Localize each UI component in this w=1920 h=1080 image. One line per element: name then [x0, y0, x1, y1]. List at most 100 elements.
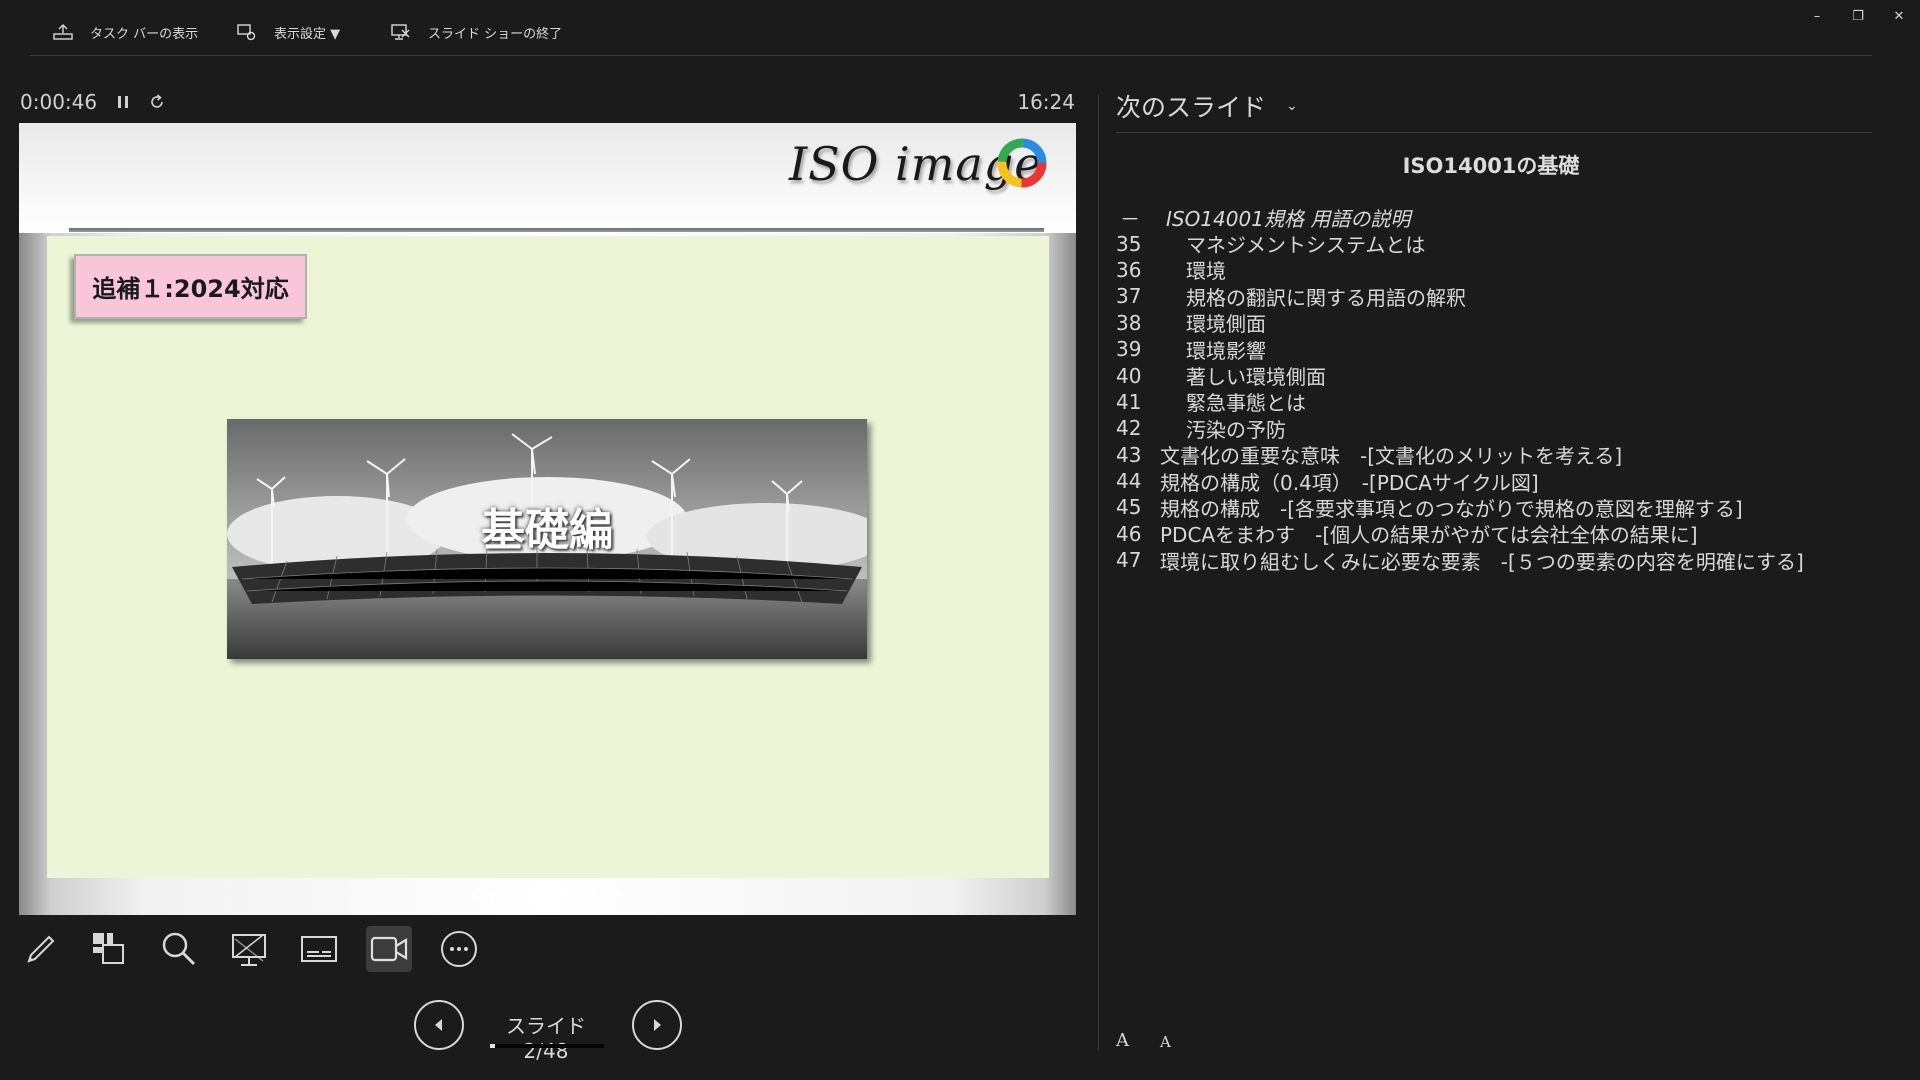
camera-toggle-button[interactable]: [366, 926, 412, 972]
pen-tool-button[interactable]: [18, 926, 64, 972]
zoom-icon: [162, 932, 196, 966]
notes-row-text: ISO14001規格 用語の説明: [1166, 206, 1411, 231]
notes-row: 36 環境: [1116, 257, 1876, 284]
notes-row-number: 37: [1116, 284, 1142, 309]
notes-row-text: 規格の構成（0.4項） -[PDCAサイクル図]: [1160, 470, 1539, 495]
notes-row: 42 汚染の予防: [1116, 415, 1876, 442]
notes-row: － ISO14001規格 用語の説明: [1116, 204, 1876, 231]
black-screen-icon: [232, 934, 266, 966]
end-slideshow-icon: [391, 24, 410, 40]
show-taskbar-button[interactable]: タスク バーの表示: [52, 20, 198, 44]
panel-divider[interactable]: [1098, 95, 1099, 1050]
notes-row: 35 マネジメントシステムとは: [1116, 230, 1876, 258]
more-options-icon: [441, 931, 477, 967]
notes-row-text: 規格の翻訳に関する用語の解釈: [1186, 285, 1466, 310]
notes-row-number: 44: [1116, 469, 1142, 494]
next-panel-divider: [1116, 132, 1872, 133]
next-slide-heading: 次のスライド: [1116, 93, 1267, 122]
notes-row: 40 著しい環境側面: [1116, 362, 1876, 390]
notes-row-text: 規格の構成 -[各要求事項とのつながりで規格の意図を理解する]: [1160, 497, 1743, 521]
see-all-slides-icon: [93, 933, 124, 964]
slide-footer: Copyright ISO image: [19, 885, 1076, 903]
subtitles-icon: [301, 936, 337, 962]
notes-row-number: 38: [1116, 310, 1142, 335]
close-button[interactable]: ✕: [1885, 4, 1913, 28]
notes-row-text: 環境影響: [1186, 338, 1266, 363]
pause-timer-button[interactable]: [114, 92, 132, 112]
notes-row-text: 環境側面: [1186, 312, 1266, 337]
see-all-slides-button[interactable]: [86, 926, 132, 972]
restart-icon: [151, 94, 163, 108]
notes-row-number: 41: [1116, 389, 1142, 414]
notes-row: 39 環境影響: [1116, 336, 1876, 363]
logo-ring-icon: [997, 138, 1047, 188]
notes-row: 43 文書化の重要な意味 -[文書化のメリットを考える]: [1116, 442, 1876, 469]
current-slide[interactable]: ISO image 追補１:2024対応 基礎編 Copyright ISO i…: [19, 123, 1076, 915]
restore-button[interactable]: ❐: [1844, 4, 1872, 28]
subtitles-button[interactable]: [296, 926, 342, 972]
top-bar: タスク バーの表示 表示設定 ▼ スライド ショーの終了 – ❐ ✕: [0, 0, 1920, 56]
previous-slide-button[interactable]: [414, 1000, 464, 1050]
notes-row-number: 36: [1116, 257, 1142, 282]
minimize-button[interactable]: –: [1803, 4, 1831, 28]
display-settings-label: 表示設定 ▼: [274, 26, 341, 42]
notes-row-number: 42: [1116, 416, 1142, 441]
camera-icon: [370, 936, 408, 962]
chevron-down-icon: ⌄: [1286, 98, 1298, 114]
notes-row-text: 著しい環境側面: [1186, 365, 1326, 390]
notes-row: 44 規格の構成（0.4項） -[PDCAサイクル図]: [1116, 468, 1876, 495]
footer-brand: ISO image: [543, 885, 624, 903]
more-options-button[interactable]: [436, 926, 482, 972]
notes-row-text: 汚染の予防: [1186, 417, 1286, 442]
elapsed-timer: 0:00:46: [20, 90, 98, 114]
notes-list: － ISO14001規格 用語の説明 35 マネジメントシステムとは 36 環境 37 規格の…: [1116, 204, 1876, 574]
restart-timer-button[interactable]: [147, 91, 167, 113]
notes-row: 41 緊急事態とは: [1116, 389, 1876, 416]
display-settings-icon: [237, 24, 256, 41]
end-slideshow-button[interactable]: スライド ショーの終了: [390, 20, 562, 44]
triangle-right-icon: [654, 1019, 661, 1031]
pen-icon: [27, 935, 55, 963]
notes-row-number: 40: [1116, 363, 1142, 388]
notes-row-text: PDCAをまわす -[個人の結果がやがては会社全体の結果に]: [1160, 523, 1698, 548]
notes-row: 47 環境に取り組むしくみに必要な要素 -[５つの要素の内容を明確にする]: [1116, 547, 1876, 574]
notes-row-number: 45: [1116, 495, 1142, 520]
notes-row-text: 緊急事態とは: [1186, 391, 1306, 416]
display-settings-button[interactable]: 表示設定 ▼: [236, 20, 340, 44]
slide-badge: 追補１:2024対応: [74, 254, 307, 319]
zoom-button[interactable]: [156, 926, 202, 972]
footer-copyright: Copyright: [471, 888, 538, 903]
end-slideshow-label: スライド ショーの終了: [428, 26, 563, 42]
slide-photo-title: 基礎編: [481, 505, 613, 556]
next-slide-dropdown[interactable]: 次のスライド ⌄: [1116, 88, 1298, 124]
next-slide-button[interactable]: [632, 1000, 682, 1050]
decrease-font-button[interactable]: A: [1160, 1033, 1171, 1051]
notes-row: 37 規格の翻訳に関する用語の解釈: [1116, 283, 1876, 310]
notes-row-number: 46: [1116, 521, 1142, 546]
notes-row-text: マネジメントシステムとは: [1186, 233, 1426, 258]
notes-row-number: 39: [1116, 337, 1142, 362]
notes-row: 46 PDCAをまわす -[個人の結果がやがては会社全体の結果に]: [1116, 521, 1876, 548]
notes-row: 45 規格の構成 -[各要求事項とのつながりで規格の意図を理解する]: [1116, 494, 1876, 521]
slide-header-rule: [69, 228, 1044, 232]
triangle-left-icon: [435, 1019, 442, 1031]
slide-photo: 基礎編: [227, 419, 867, 659]
slide-progress-fill: [490, 1044, 495, 1048]
black-screen-button[interactable]: [226, 926, 272, 972]
notes-row-number: 35: [1116, 231, 1142, 256]
pause-icon: [118, 96, 128, 108]
notes-row-number: －: [1120, 206, 1140, 231]
slide-progress-bar: [490, 1044, 604, 1048]
show-taskbar-label: タスク バーの表示: [90, 26, 199, 42]
notes-row-number: 43: [1116, 442, 1142, 467]
notes-row-text: 環境: [1186, 259, 1226, 284]
top-divider: [30, 55, 1872, 56]
notes-row-number: 47: [1116, 548, 1142, 573]
notes-title: ISO14001の基礎: [1402, 154, 1580, 178]
current-time: 16:24: [1017, 90, 1075, 114]
notes-row-text: 環境に取り組むしくみに必要な要素 -[５つの要素の内容を明確にする]: [1160, 549, 1804, 574]
slide-counter: スライド 2/48: [506, 1014, 586, 1063]
increase-font-button[interactable]: A: [1116, 1030, 1129, 1051]
notes-row-text: 文書化の重要な意味 -[文書化のメリットを考える]: [1160, 444, 1623, 469]
notes-row: 38 環境側面: [1116, 310, 1876, 337]
